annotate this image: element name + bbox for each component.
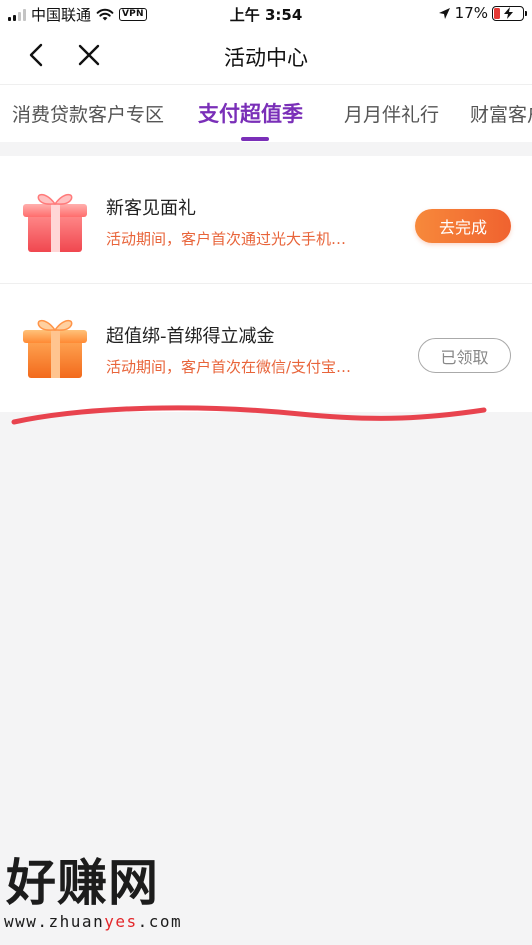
activity-item[interactable]: 新客见面礼 活动期间，客户首次通过光大手机… 去完成 — [0, 156, 532, 284]
activity-item[interactable]: 超值绑-首绑得立减金 活动期间，客户首次在微信/支付宝… 已领取 — [0, 284, 532, 412]
claimed-button[interactable]: 已领取 — [418, 338, 511, 373]
activity-title: 新客见面礼 — [106, 198, 196, 219]
activity-list: 新客见面礼 活动期间，客户首次通过光大手机… 去完成 超值绑-首绑得立减金 活动… — [0, 156, 532, 412]
nav-bar: 活动中心 — [0, 28, 532, 84]
tab-payment-value-season[interactable]: 支付超值季 — [198, 98, 303, 128]
battery-icon — [492, 5, 527, 21]
battery-percent: 17% — [454, 4, 488, 22]
watermark-url: www.zhuanyes.com — [4, 912, 183, 931]
active-tab-indicator — [241, 137, 269, 141]
tab-bar: 消费贷款客户专区 支付超值季 月月伴礼行 财富客户 — [0, 84, 532, 142]
location-arrow-icon — [438, 7, 450, 19]
status-right: 17% — [438, 4, 527, 22]
activity-description: 活动期间，客户首次通过光大手机… — [106, 230, 347, 248]
complete-button[interactable]: 去完成 — [415, 209, 511, 243]
activity-description: 活动期间，客户首次在微信/支付宝… — [106, 358, 352, 376]
activity-title: 超值绑-首绑得立减金 — [106, 326, 275, 347]
gift-box-icon — [23, 319, 87, 378]
watermark-brand: 好赚网 — [6, 854, 159, 912]
tab-wealth-customers[interactable]: 财富客户 — [470, 100, 532, 127]
red-underline-annotation — [11, 405, 487, 425]
tab-consumer-loan[interactable]: 消费贷款客户专区 — [12, 100, 164, 127]
tab-monthly-gifts[interactable]: 月月伴礼行 — [344, 100, 439, 127]
status-bar: 中国联通 VPN 上午 3:54 17% — [0, 0, 532, 28]
page-title: 活动中心 — [224, 46, 308, 70]
charging-bolt-icon — [504, 6, 513, 19]
gift-box-icon — [23, 193, 87, 252]
